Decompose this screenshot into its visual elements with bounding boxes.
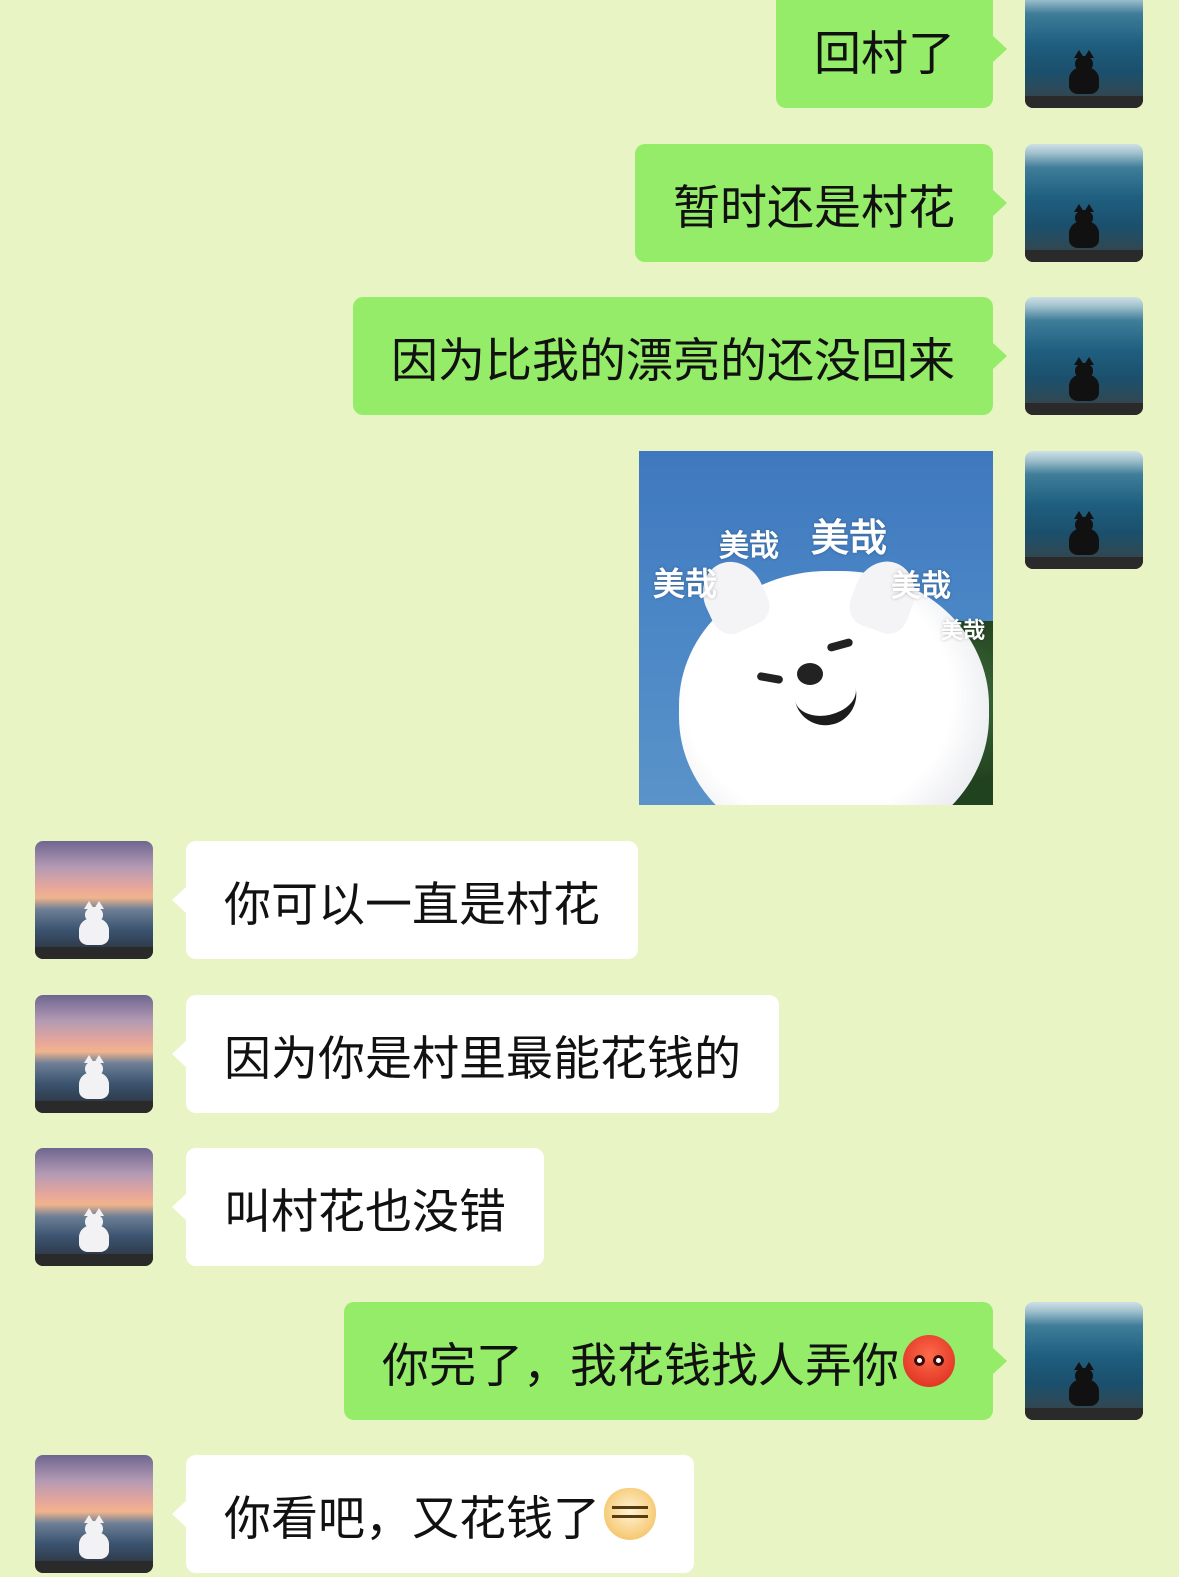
message-bubble[interactable]: 暂时还是村花 [635,144,1007,262]
message-bubble[interactable]: 你可以一直是村花 [172,841,638,959]
message-bubble[interactable]: 因为你是村里最能花钱的 [172,995,779,1113]
doge-face-icon [604,1488,656,1540]
message-text: 因为你是村里最能花钱的 [224,1031,741,1087]
message-text: 因为比我的漂亮的还没回来 [391,333,955,389]
message-bubble[interactable]: 叫村花也没错 [172,1148,544,1266]
contact-avatar[interactable] [35,995,153,1113]
pomeranian-dog-image [679,551,989,805]
message-text: 你看吧，又花钱了 [224,1491,600,1547]
my-avatar[interactable] [1025,297,1143,415]
contact-avatar[interactable] [35,1455,153,1573]
message-text: 叫村花也没错 [224,1184,506,1240]
message-row: 暂时还是村花 [0,144,1179,262]
cat-silhouette-icon [1069,511,1099,555]
message-row: 因为比我的漂亮的还没回来 [0,297,1179,415]
cat-silhouette-icon [1069,50,1099,94]
message-row: 美哉 美哉 美哉 美哉 美哉 [0,451,1179,805]
sticker-caption: 美哉 [719,529,779,564]
my-avatar[interactable] [1025,0,1143,108]
contact-avatar[interactable] [35,1148,153,1266]
message-bubble[interactable]: 因为比我的漂亮的还没回来 [353,297,1007,415]
message-row: 回村了 [0,0,1179,108]
message-row: 你看吧，又花钱了 [0,1455,1179,1573]
contact-avatar[interactable] [35,841,153,959]
angry-face-icon [903,1335,955,1387]
sticker-caption: 美哉 [653,565,718,603]
message-row: 叫村花也没错 [0,1148,1179,1266]
message-row: 因为你是村里最能花钱的 [0,995,1179,1113]
message-bubble[interactable]: 你完了，我花钱找人弄你 [344,1302,1007,1420]
sticker-caption: 美哉 [891,569,951,604]
my-avatar[interactable] [1025,1302,1143,1420]
my-avatar[interactable] [1025,144,1143,262]
message-text: 回村了 [814,26,955,82]
white-cat-icon [79,1515,109,1559]
message-text: 暂时还是村花 [673,180,955,236]
white-cat-icon [79,901,109,945]
cat-silhouette-icon [1069,1362,1099,1406]
message-bubble[interactable]: 回村了 [776,0,1007,108]
sticker-image[interactable]: 美哉 美哉 美哉 美哉 美哉 [639,451,993,805]
my-avatar[interactable] [1025,451,1143,569]
cat-silhouette-icon [1069,357,1099,401]
message-row: 你完了，我花钱找人弄你 [0,1302,1179,1420]
message-text: 你可以一直是村花 [224,877,600,933]
message-text: 你完了，我花钱找人弄你 [382,1338,899,1394]
cat-silhouette-icon [1069,204,1099,248]
message-bubble[interactable]: 你看吧，又花钱了 [172,1455,694,1573]
sticker-caption: 美哉 [941,619,986,644]
white-cat-icon [79,1055,109,1099]
sticker-caption: 美哉 [811,516,888,560]
message-row: 你可以一直是村花 [0,841,1179,959]
white-cat-icon [79,1208,109,1252]
